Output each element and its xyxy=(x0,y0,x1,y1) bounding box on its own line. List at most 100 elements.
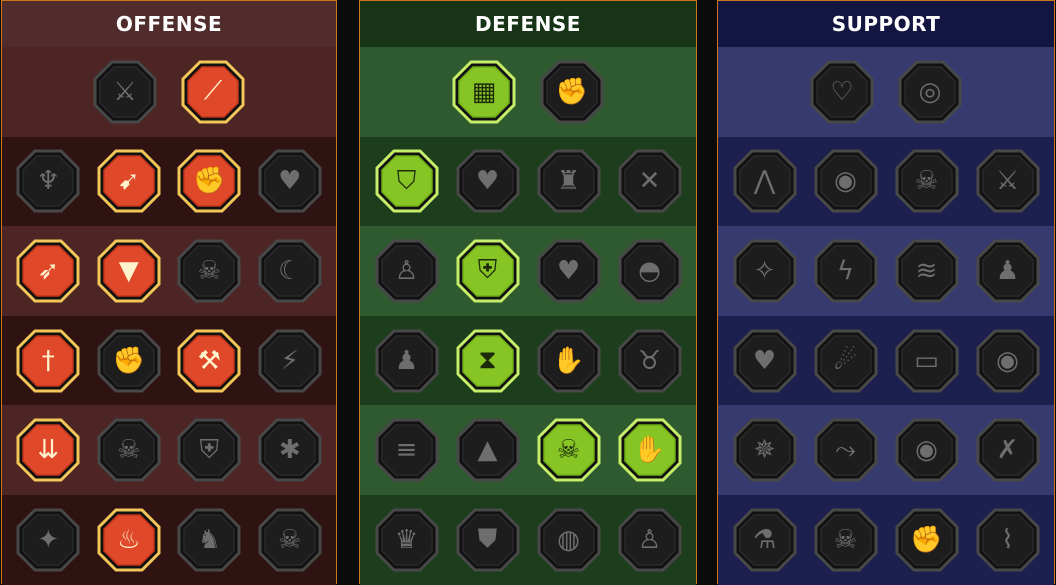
defense-header: DEFENSE xyxy=(360,1,696,47)
grim-face-skill[interactable]: ◍ xyxy=(536,507,602,573)
all-seeing-eye-skill[interactable]: ◉ xyxy=(894,417,960,483)
fanged-mouth-skill[interactable]: ▼ xyxy=(96,238,162,304)
support-tier-row: ♡ ◎ xyxy=(718,47,1054,137)
raised-fist-skill[interactable]: ✊ xyxy=(539,59,605,125)
crossed-swords-skill[interactable]: ⚔ xyxy=(92,59,158,125)
defense-tier-row: ≡ ▲ ☠ ✋ xyxy=(360,405,696,495)
arrows-hit-icon xyxy=(16,239,80,303)
beast-icon xyxy=(177,508,241,572)
glaring-eyes-skill[interactable]: ◉ xyxy=(975,328,1041,394)
axe-chop-skill[interactable]: ⚒ xyxy=(176,328,242,394)
hourglass-icon xyxy=(456,329,519,393)
compass-star-skill[interactable]: ✵ xyxy=(732,417,798,483)
dagger-drop-icon xyxy=(16,329,80,393)
skull-wind-icon xyxy=(177,239,241,303)
fanged-mouth-icon xyxy=(97,239,161,303)
radiant-skull-skill[interactable]: ☠ xyxy=(536,417,602,483)
crossed-figure-skill[interactable]: ✗ xyxy=(975,417,1041,483)
vortex-icon xyxy=(898,60,962,124)
hammer-fist-skill[interactable]: ✊ xyxy=(96,328,162,394)
comet-skill[interactable]: ☄ xyxy=(813,328,879,394)
chain-bolt-skill[interactable]: ⚡ xyxy=(257,328,323,394)
winged-shield-skill[interactable]: ⛊ xyxy=(455,507,521,573)
spear-burst-icon xyxy=(97,149,161,213)
armor-plates-skill[interactable]: ▦ xyxy=(451,59,517,125)
hourglass-skill[interactable]: ⧗ xyxy=(455,328,521,394)
chevron-shield-skill[interactable]: ⛉ xyxy=(374,148,440,214)
offense-tier-row: ✦ ♨ ♞ ☠ xyxy=(2,494,336,585)
speed-boot-skill[interactable]: ⤳ xyxy=(813,417,879,483)
skull-pile-skill[interactable]: ☠ xyxy=(96,417,162,483)
all-seeing-eye-icon xyxy=(895,418,958,482)
sword-shield-icon xyxy=(177,418,241,482)
demon-figure-icon xyxy=(16,149,80,213)
beast-skill[interactable]: ♞ xyxy=(176,507,242,573)
spikes-skill[interactable]: ▲ xyxy=(455,417,521,483)
bull-head-skill[interactable]: ♉ xyxy=(617,328,683,394)
stunned-figure-skill[interactable]: ✱ xyxy=(257,417,323,483)
heart-hand-skill[interactable]: ♥ xyxy=(455,148,521,214)
wind-bolt-skill[interactable]: ≋ xyxy=(894,238,960,304)
claw-slash-skill[interactable]: ⟋ xyxy=(180,59,246,125)
broken-sword-skill[interactable]: ⚔ xyxy=(975,148,1041,214)
stunned-figure-icon xyxy=(258,418,322,482)
skull-wind-skill[interactable]: ☠ xyxy=(176,238,242,304)
sparkle-figure-skill[interactable]: ✧ xyxy=(732,238,798,304)
defense-tier-row: ♛ ⛊ ◍ ♙ xyxy=(360,494,696,585)
flaming-helm-skill[interactable]: ♨ xyxy=(96,507,162,573)
demon-figure-skill[interactable]: ♆ xyxy=(15,148,81,214)
flex-figure-icon xyxy=(618,508,681,572)
heart-plus-skill[interactable]: ♡ xyxy=(809,59,875,125)
flex-figure-skill[interactable]: ♙ xyxy=(617,507,683,573)
grab-hand-skill[interactable]: ✋ xyxy=(617,417,683,483)
smash-arm-skill[interactable]: ✊ xyxy=(176,148,242,214)
claw-slash-icon xyxy=(181,60,245,124)
twin-figures-skill[interactable]: ♟ xyxy=(975,238,1041,304)
chained-heart-skill[interactable]: ♥ xyxy=(732,328,798,394)
shield-rings-skill[interactable]: ◉ xyxy=(813,148,879,214)
stone-golem-icon xyxy=(537,149,600,213)
support-tier-row: ✵ ⤳ ◉ ✗ xyxy=(718,405,1054,495)
eagle-head-icon xyxy=(976,508,1039,572)
raised-fist-icon xyxy=(540,60,604,124)
sparkle-figure-icon xyxy=(733,239,796,303)
praying-hands-skill[interactable]: ⋀ xyxy=(732,148,798,214)
arrows-hit-skill[interactable]: ➶ xyxy=(15,238,81,304)
spiked-head-skill[interactable]: ♛ xyxy=(374,507,440,573)
dagger-drop-skill[interactable]: † xyxy=(15,328,81,394)
flaming-helm-icon xyxy=(97,508,161,572)
dash-figure-icon xyxy=(375,418,438,482)
scythe-hand-skill[interactable]: ☾ xyxy=(257,238,323,304)
knight-shield-skill[interactable]: ⛨ xyxy=(455,238,521,304)
open-book-skill[interactable]: ▭ xyxy=(894,328,960,394)
fist-rays-skill[interactable]: ✊ xyxy=(894,507,960,573)
vortex-skill[interactable]: ◎ xyxy=(897,59,963,125)
skull-heart-skill[interactable]: ♥ xyxy=(536,238,602,304)
eagle-head-skill[interactable]: ⌇ xyxy=(975,507,1041,573)
skull-wings-skill[interactable]: ☠ xyxy=(813,507,879,573)
skull-smoke-skill[interactable]: ☠ xyxy=(894,148,960,214)
crossed-blades-skill[interactable]: ✕ xyxy=(617,148,683,214)
speed-boot-icon xyxy=(814,418,877,482)
offense-tier-row: ⇊ ☠ ⛨ ✱ xyxy=(2,405,336,495)
offense-title: OFFENSE xyxy=(115,12,223,36)
spear-burst-skill[interactable]: ➹ xyxy=(96,148,162,214)
sword-shield-skill[interactable]: ⛨ xyxy=(176,417,242,483)
skull-burst-skill[interactable]: ☠ xyxy=(257,507,323,573)
shield-rings-icon xyxy=(814,149,877,213)
support-tier-row: ⋀ ◉ ☠ ⚔ xyxy=(718,136,1054,227)
lightning-skill[interactable]: ϟ xyxy=(813,238,879,304)
sparkle-blade-skill[interactable]: ✦ xyxy=(15,507,81,573)
crowd-skill[interactable]: ♟ xyxy=(374,328,440,394)
spiked-head-icon xyxy=(375,508,438,572)
poison-flask-skill[interactable]: ⚗ xyxy=(732,507,798,573)
bleeding-heart-skill[interactable]: ♥ xyxy=(257,148,323,214)
dodge-figure-skill[interactable]: ♙ xyxy=(374,238,440,304)
offense-tier-row: ♆ ➹ ✊ ♥ xyxy=(2,136,336,227)
arrow-rain-skill[interactable]: ⇊ xyxy=(15,417,81,483)
dash-figure-skill[interactable]: ≡ xyxy=(374,417,440,483)
hooded-head-skill[interactable]: ◓ xyxy=(617,238,683,304)
knight-shield-icon xyxy=(456,239,519,303)
open-palm-skill[interactable]: ✋ xyxy=(536,328,602,394)
stone-golem-skill[interactable]: ♜ xyxy=(536,148,602,214)
